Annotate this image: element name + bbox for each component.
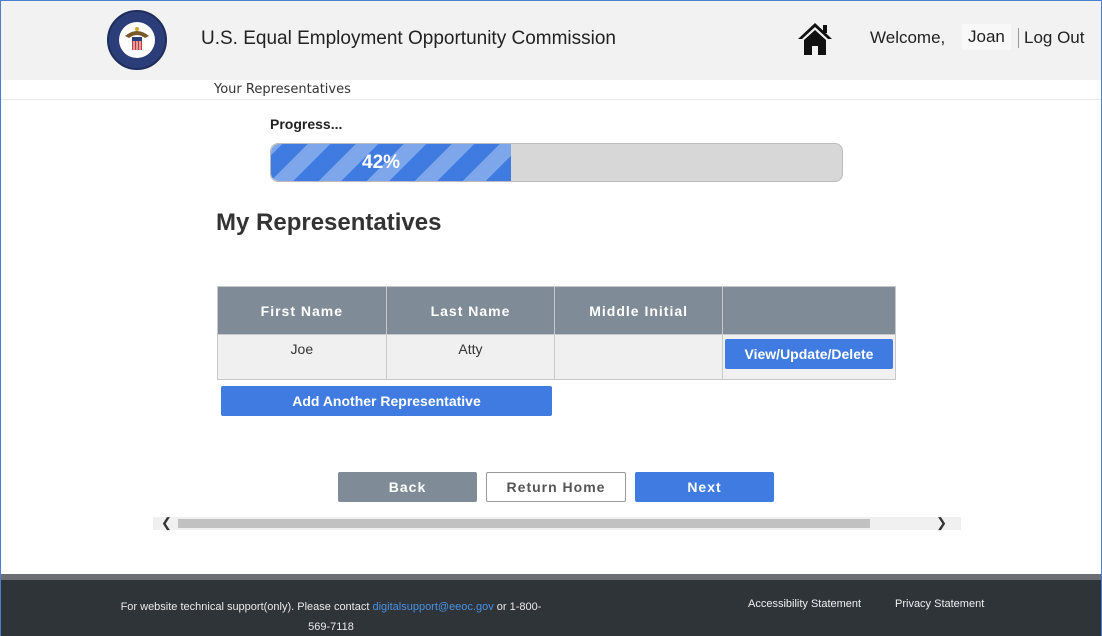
column-header-first-name: First Name [217, 286, 387, 335]
return-home-button[interactable]: Return Home [486, 472, 626, 502]
column-header-middle-initial: Middle Initial [554, 286, 723, 335]
logout-link[interactable]: Log Out [1018, 28, 1085, 48]
site-header: U.S. Equal Employment Opportunity Commis… [0, 0, 1102, 80]
scroll-right-icon[interactable]: ❯ [936, 515, 947, 531]
site-footer: For website technical support(only). Ple… [0, 580, 1102, 636]
progress-bar [270, 143, 843, 182]
cell-middle-initial [554, 334, 723, 380]
support-prefix: For website technical support(only). Ple… [120, 601, 373, 613]
username: Joan [962, 24, 1011, 50]
support-email-link[interactable]: digitalsupport@eeoc.gov [372, 601, 493, 613]
support-phone-part2: 569-7118 [308, 621, 354, 633]
progress-label: Progress... [270, 116, 343, 132]
home-icon[interactable] [796, 21, 834, 57]
support-phone-part1: or 1-800- [493, 601, 542, 613]
column-header-last-name: Last Name [385, 286, 556, 335]
progress-percent: 42% [362, 152, 401, 173]
add-another-representative-button[interactable]: Add Another Representative [221, 386, 552, 416]
column-header-actions [721, 286, 897, 335]
page-title: My Representatives [216, 209, 442, 236]
privacy-statement-link[interactable]: Privacy Statement [895, 598, 984, 610]
view-update-delete-button[interactable]: View/Update/Delete [724, 339, 893, 369]
breadcrumb: Your Representatives [214, 82, 351, 97]
table-header-row: First Name Last Name Middle Initial [217, 286, 897, 335]
back-button[interactable]: Back [338, 472, 477, 502]
next-button[interactable]: Next [635, 472, 774, 502]
representatives-table: First Name Last Name Middle Initial Joe … [217, 286, 897, 380]
eeoc-seal-logo [107, 10, 167, 70]
accessibility-statement-link[interactable]: Accessibility Statement [748, 598, 861, 610]
agency-title: U.S. Equal Employment Opportunity Commis… [201, 28, 616, 49]
scrollbar-thumb[interactable] [178, 519, 870, 528]
table-row: Joe Atty View/Update/Delete [217, 334, 897, 380]
breadcrumb-bar: Your Representatives [0, 80, 1102, 100]
support-text: For website technical support(only). Ple… [96, 597, 566, 636]
horizontal-scrollbar[interactable]: ❮ ❯ [153, 515, 961, 531]
cell-first-name: Joe [217, 334, 387, 380]
cell-actions: View/Update/Delete [721, 334, 897, 380]
welcome-label: Welcome, [870, 28, 946, 47]
cell-last-name: Atty [385, 334, 556, 380]
scroll-left-icon[interactable]: ❮ [161, 515, 172, 531]
